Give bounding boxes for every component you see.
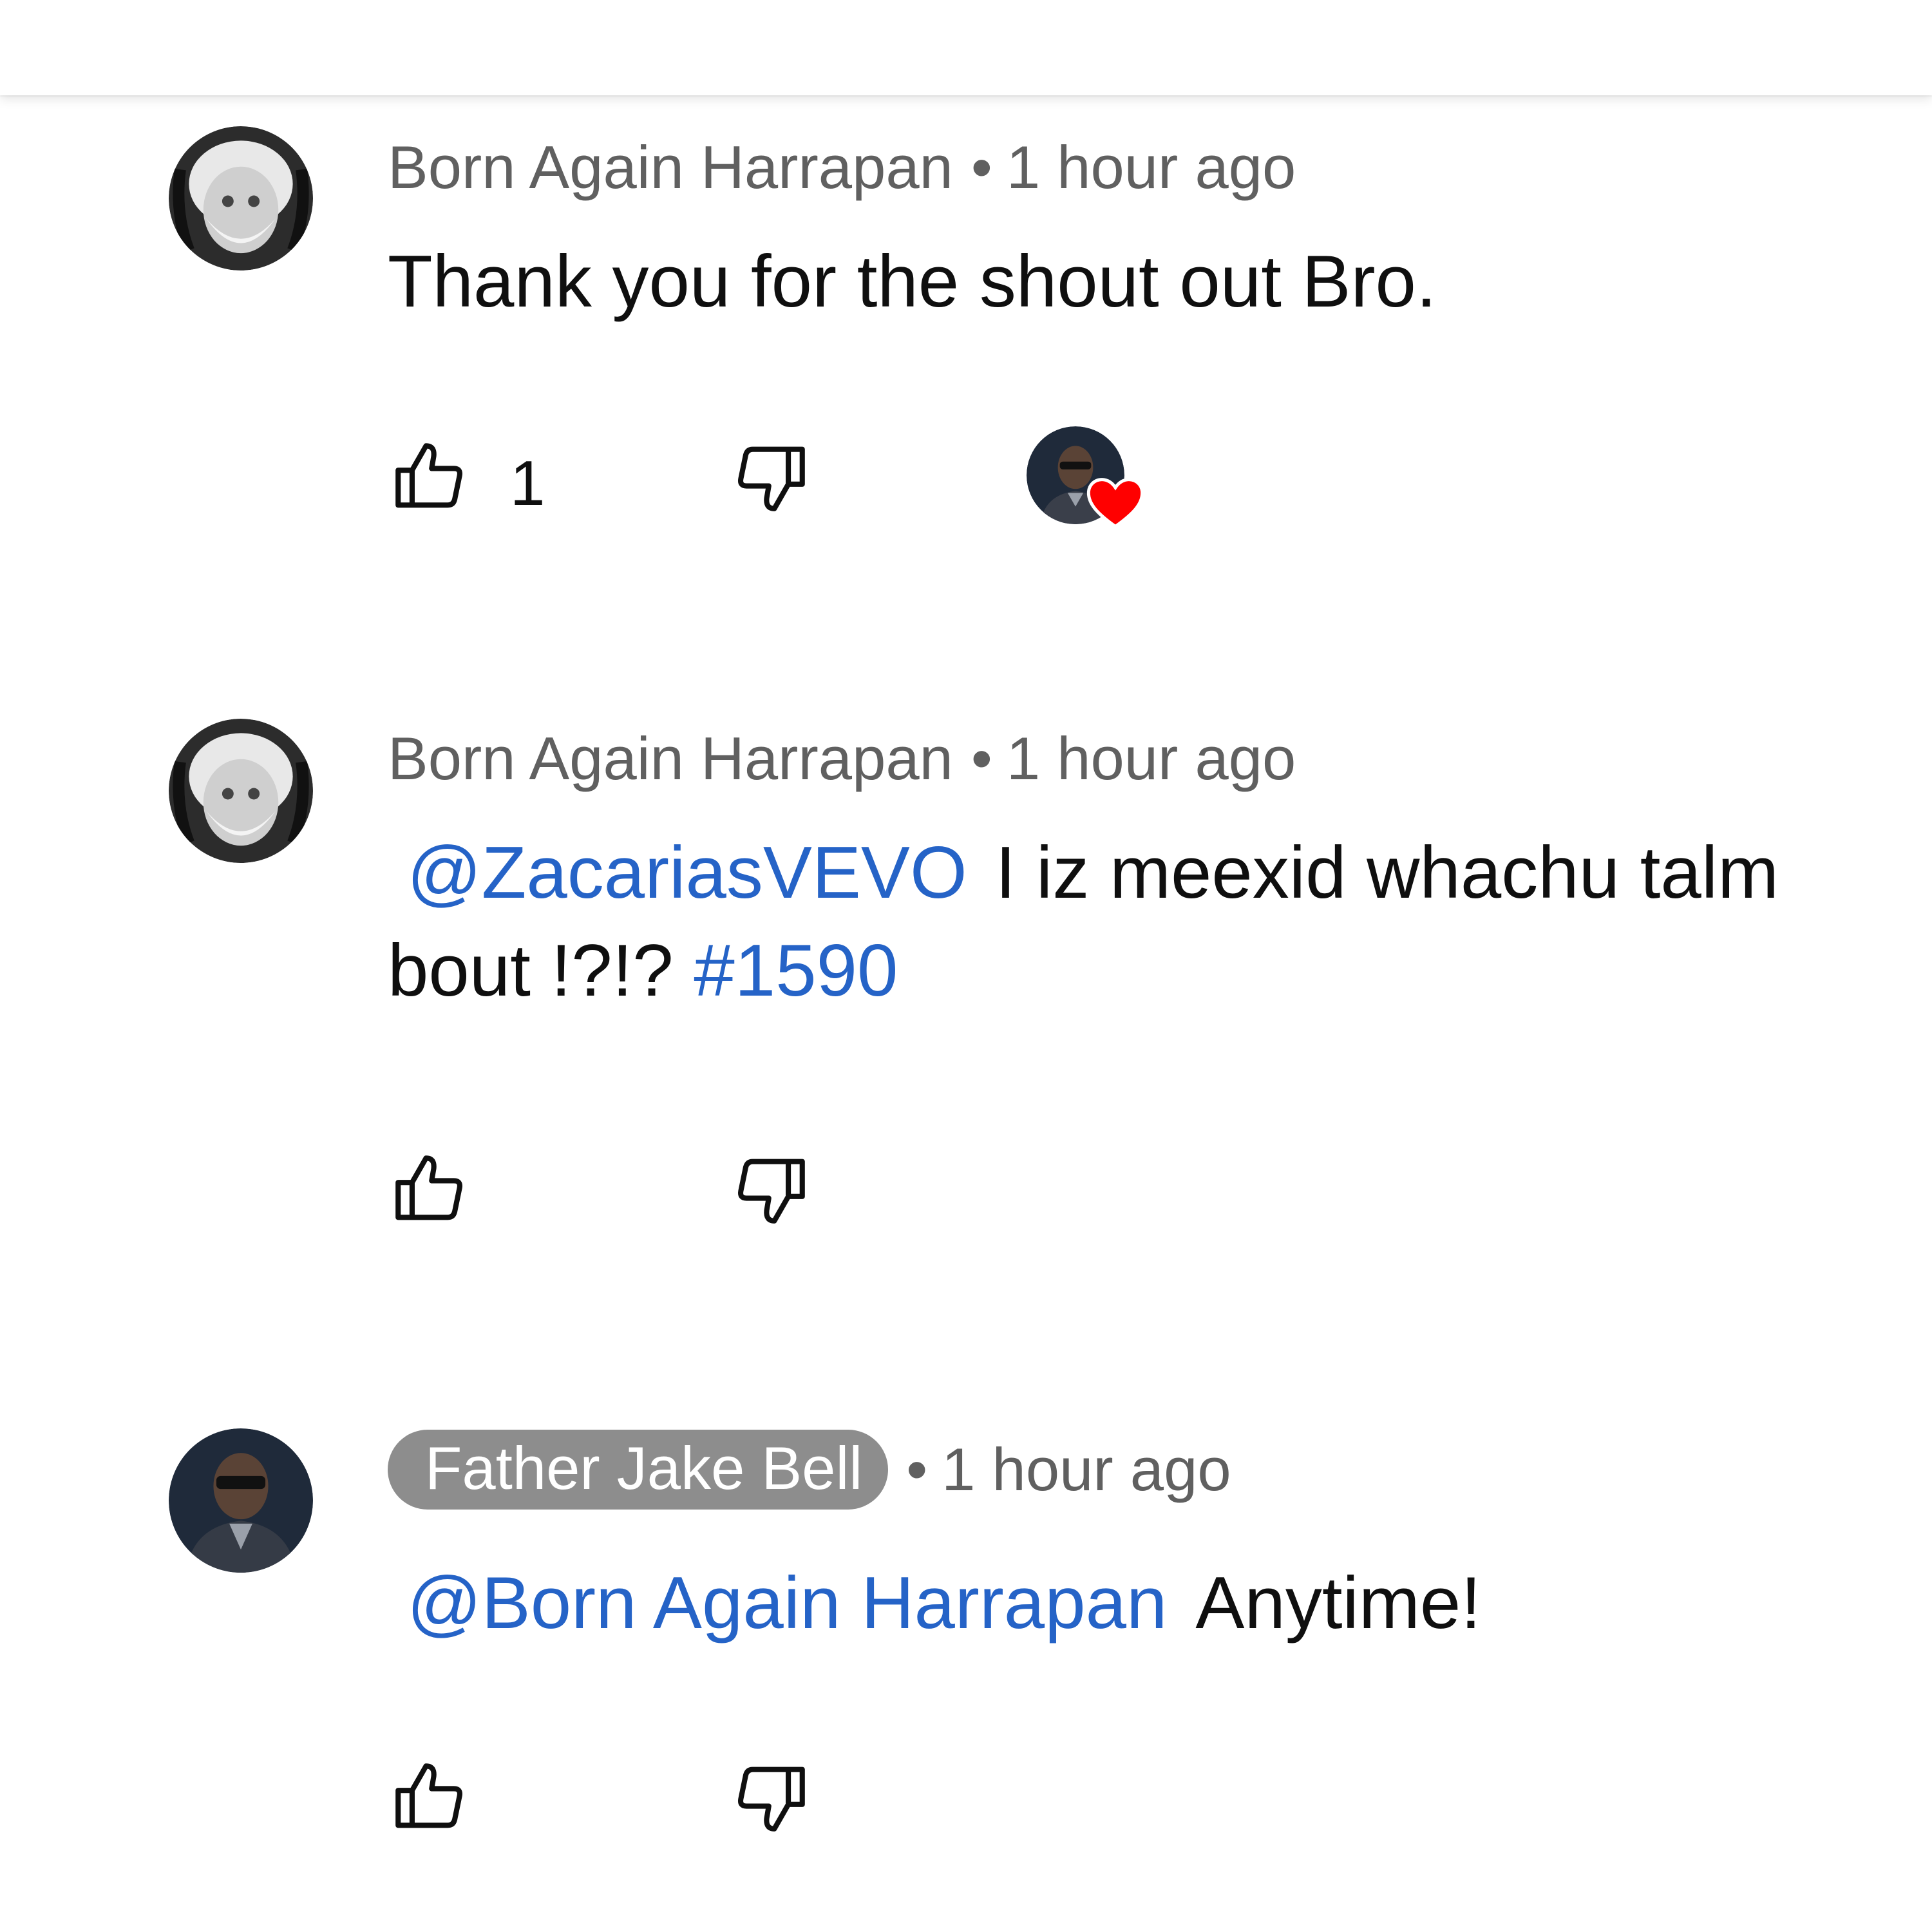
author-avatar[interactable] — [169, 1428, 313, 1573]
like-count: 1 — [510, 448, 545, 518]
author-name[interactable]: Born Again Harrapan — [388, 724, 953, 793]
hashtag-link[interactable]: #1590 — [694, 930, 898, 1012]
comment-actions — [388, 1148, 1289, 1231]
thumbs-up-icon — [395, 443, 462, 508]
author-name[interactable]: Born Again Harrapan — [388, 133, 953, 202]
like-button[interactable] — [388, 1148, 471, 1231]
comment-text: @Born Again Harrapan Anytime! — [388, 1555, 1869, 1653]
meta-separator: • — [906, 1435, 928, 1503]
author-avatar[interactable] — [169, 719, 313, 863]
mention-link[interactable]: @ZacariasVEVO — [407, 832, 967, 914]
comment-time: 1 hour ago — [942, 1435, 1231, 1503]
channel-owner-badge[interactable]: Father Jake Bell — [388, 1430, 889, 1510]
comment-meta: Born Again Harrapan • 1 hour ago — [388, 133, 1296, 202]
thumbs-down-icon — [738, 1159, 805, 1224]
thumbs-up-icon — [395, 1763, 462, 1828]
comment-meta: Born Again Harrapan • 1 hour ago — [388, 724, 1296, 793]
thumbs-down-icon — [738, 446, 805, 511]
comment-body: Thank you for the shout out Bro. — [388, 241, 1437, 323]
like-button[interactable] — [388, 435, 471, 519]
comment-text: @ZacariasVEVO I iz meexid whachu talm bou… — [388, 824, 1862, 1020]
creator-heart-badge — [1027, 426, 1155, 542]
comment-time: 1 hour ago — [1006, 133, 1296, 201]
dislike-button[interactable] — [729, 1148, 813, 1231]
comment-actions: 1 — [388, 426, 1289, 529]
meta-separator: • — [971, 724, 992, 792]
mention-link[interactable]: @Born Again Harrapan — [407, 1562, 1167, 1644]
thumbs-down-icon — [738, 1766, 805, 1832]
dislike-button[interactable] — [729, 435, 813, 519]
heart-icon — [1086, 478, 1144, 529]
comment-time: 1 hour ago — [1006, 724, 1296, 792]
comment-meta: Father Jake Bell • 1 hour ago — [388, 1430, 1231, 1510]
like-button[interactable] — [388, 1756, 471, 1839]
meta-separator: • — [971, 133, 992, 201]
comment-text: Thank you for the shout out Bro. — [388, 233, 1869, 331]
thumbs-up-icon — [395, 1155, 462, 1220]
author-avatar[interactable] — [169, 126, 313, 270]
comment-actions — [388, 1756, 1289, 1839]
dislike-button[interactable] — [729, 1756, 813, 1839]
top-app-bar — [0, 0, 1932, 95]
comment-body: Anytime! — [1195, 1562, 1481, 1644]
